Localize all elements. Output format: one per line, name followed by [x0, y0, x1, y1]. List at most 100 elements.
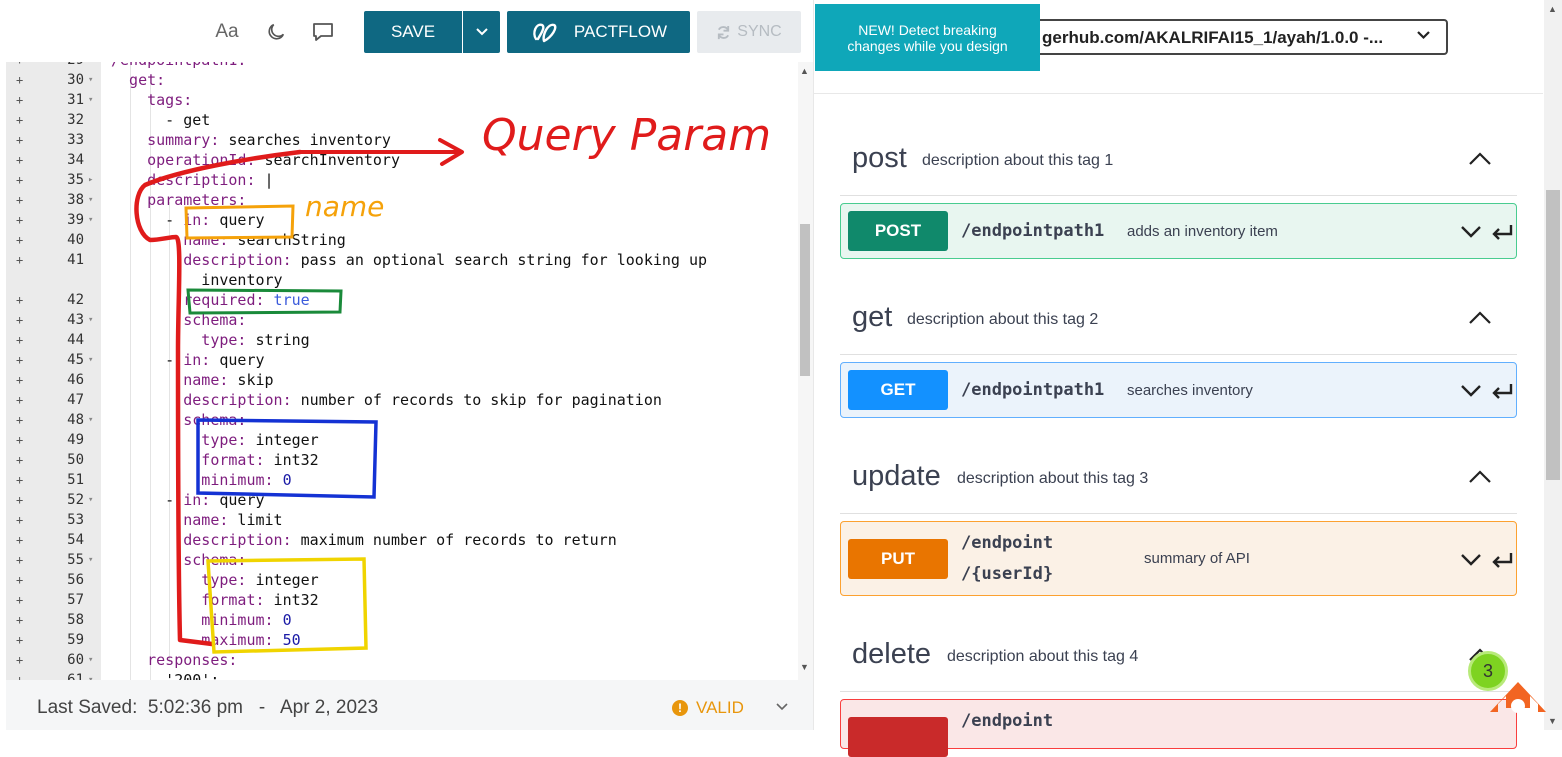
- code-line[interactable]: +60 ▾ responses:: [6, 650, 796, 670]
- breaking-changes-tooltip[interactable]: NEW! Detect breaking changes while you d…: [815, 4, 1040, 71]
- font-settings-icon[interactable]: Aa: [214, 18, 240, 46]
- fold-toggle-icon[interactable]: ▾: [88, 410, 93, 430]
- chevron-down-icon[interactable]: [776, 698, 788, 714]
- fold-toggle-icon[interactable]: ▾: [88, 310, 93, 330]
- fold-toggle-icon[interactable]: ▾: [88, 650, 93, 670]
- code-line[interactable]: +54 description: maximum number of recor…: [6, 530, 796, 550]
- code-line[interactable]: +38 ▾ parameters:: [6, 190, 796, 210]
- scroll-down-icon[interactable]: ▼: [800, 662, 809, 672]
- code-line[interactable]: +29/endpointpath1:: [6, 62, 796, 70]
- code-line[interactable]: +57 format: int32: [6, 590, 796, 610]
- line-marker: +: [16, 353, 24, 367]
- line-number: 47: [67, 392, 84, 408]
- fold-toggle-icon[interactable]: ▸: [88, 170, 93, 190]
- code-line[interactable]: inventory: [6, 270, 796, 290]
- code-line[interactable]: +53 name: limit: [6, 510, 796, 530]
- docs-scrollbar-thumb[interactable]: [1546, 190, 1560, 480]
- help-mascot-icon[interactable]: [1486, 668, 1550, 718]
- tag-section-get[interactable]: get description about this tag 2: [840, 279, 1517, 355]
- operation-post-endpointpath1[interactable]: POST /endpointpath1 adds an inventory it…: [840, 203, 1517, 259]
- tag-section-delete[interactable]: delete description about this tag 4: [840, 616, 1517, 692]
- pactflow-button[interactable]: PACTFLOW: [507, 11, 690, 53]
- operation-path-line-2: /{userId}: [961, 564, 1054, 584]
- code-text: operationId: searchInventory: [111, 151, 400, 169]
- operation-put-endpoint-userid[interactable]: PUT /endpoint /{userId} summary of API: [840, 521, 1517, 596]
- line-number: 42: [67, 292, 84, 308]
- code-line[interactable]: +43 ▾ schema:: [6, 310, 796, 330]
- code-line[interactable]: +50 format: int32: [6, 450, 796, 470]
- code-line[interactable]: +48 ▾ schema:: [6, 410, 796, 430]
- sync-button[interactable]: SYNC: [697, 11, 801, 53]
- operation-get-endpointpath1[interactable]: GET /endpointpath1 searches inventory: [840, 362, 1517, 418]
- code-line[interactable]: +45 ▾ - in: query: [6, 350, 796, 370]
- chevron-down-icon: [1417, 29, 1430, 43]
- scroll-up-icon[interactable]: ▲: [1548, 4, 1557, 14]
- expand-icon[interactable]: [1459, 550, 1515, 570]
- line-marker: +: [16, 373, 24, 387]
- chevron-up-icon[interactable]: [1468, 468, 1492, 484]
- code-line[interactable]: +35 ▸ description: |: [6, 170, 796, 190]
- code-line[interactable]: +30 ▾ get:: [6, 70, 796, 90]
- tag-section-update[interactable]: update description about this tag 3: [840, 438, 1517, 514]
- editor-toolbar: Aa SAVE PACTFLOW SYNC: [0, 0, 810, 62]
- code-line[interactable]: +56 type: integer: [6, 570, 796, 590]
- code-line[interactable]: +49 type: integer: [6, 430, 796, 450]
- operation-path: /endpointpath1: [961, 221, 1105, 241]
- line-marker: +: [16, 613, 24, 627]
- code-line[interactable]: +55 ▾ schema:: [6, 550, 796, 570]
- status-bar: Last Saved: 5:02:36 pm - Apr 2, 2023 ! V…: [6, 680, 813, 730]
- method-badge: GET: [848, 370, 948, 410]
- editor-scrollbar-thumb[interactable]: [800, 224, 810, 376]
- code-line[interactable]: +40 name: searchString: [6, 230, 796, 250]
- line-number: 51: [67, 472, 84, 488]
- tag-name: get: [852, 301, 893, 333]
- editor-scrollbar[interactable]: ▲ ▼: [798, 62, 813, 680]
- api-url-select[interactable]: gerhub.com/AKALRIFAI15_1/ayah/1.0.0 -...: [1024, 19, 1448, 55]
- code-line[interactable]: +58 minimum: 0: [6, 610, 796, 630]
- code-line[interactable]: +47 description: number of records to sk…: [6, 390, 796, 410]
- line-number: 45: [67, 352, 84, 368]
- line-number: 48: [67, 412, 84, 428]
- operation-delete-endpoint[interactable]: /endpoint: [840, 699, 1517, 757]
- code-line[interactable]: +39 ▾ - in: query: [6, 210, 796, 230]
- code-line[interactable]: +44 type: string: [6, 330, 796, 350]
- fold-toggle-icon[interactable]: ▾: [88, 210, 93, 230]
- code-line[interactable]: +59 maximum: 50: [6, 630, 796, 650]
- dark-mode-icon[interactable]: [262, 18, 290, 46]
- fold-toggle-icon[interactable]: ▾: [88, 670, 93, 680]
- line-marker: +: [16, 93, 24, 107]
- code-text: get:: [111, 71, 166, 89]
- save-button[interactable]: SAVE: [364, 11, 462, 53]
- fold-toggle-icon[interactable]: ▾: [88, 490, 93, 510]
- chevron-up-icon[interactable]: [1468, 309, 1492, 325]
- last-saved-separator: -: [258, 697, 266, 718]
- last-saved-time: 5:02:36 pm: [147, 697, 243, 718]
- code-line[interactable]: +52 ▾ - in: query: [6, 490, 796, 510]
- code-line[interactable]: +31 ▾ tags:: [6, 90, 796, 110]
- code-line[interactable]: +42 required: true: [6, 290, 796, 310]
- line-number: 31: [67, 92, 84, 108]
- code-line[interactable]: +51 minimum: 0: [6, 470, 796, 490]
- fold-toggle-icon[interactable]: ▾: [88, 350, 93, 370]
- scroll-up-icon[interactable]: ▲: [800, 66, 809, 76]
- tag-section-post[interactable]: post description about this tag 1: [840, 120, 1517, 196]
- code-line[interactable]: +41 description: pass an optional search…: [6, 250, 796, 270]
- line-number: 59: [67, 632, 84, 648]
- expand-icon[interactable]: [1459, 381, 1515, 401]
- docs-scrollbar[interactable]: ▲ ▼: [1544, 0, 1562, 730]
- expand-icon[interactable]: [1459, 222, 1515, 242]
- fold-toggle-icon[interactable]: ▾: [88, 70, 93, 90]
- line-number: 38: [67, 192, 84, 208]
- line-number: 55: [67, 552, 84, 568]
- chevron-up-icon[interactable]: [1468, 150, 1492, 166]
- comment-icon[interactable]: [309, 18, 337, 46]
- fold-toggle-icon[interactable]: ▾: [88, 550, 93, 570]
- code-line[interactable]: +61 ▾ '200':: [6, 670, 796, 680]
- code-line[interactable]: +46 name: skip: [6, 370, 796, 390]
- fold-toggle-icon[interactable]: ▾: [88, 90, 93, 110]
- validation-status[interactable]: ! VALID: [672, 698, 744, 718]
- line-number: 39: [67, 212, 84, 228]
- save-options-dropdown[interactable]: [463, 11, 500, 53]
- fold-toggle-icon[interactable]: ▾: [88, 190, 93, 210]
- line-number: 56: [67, 572, 84, 588]
